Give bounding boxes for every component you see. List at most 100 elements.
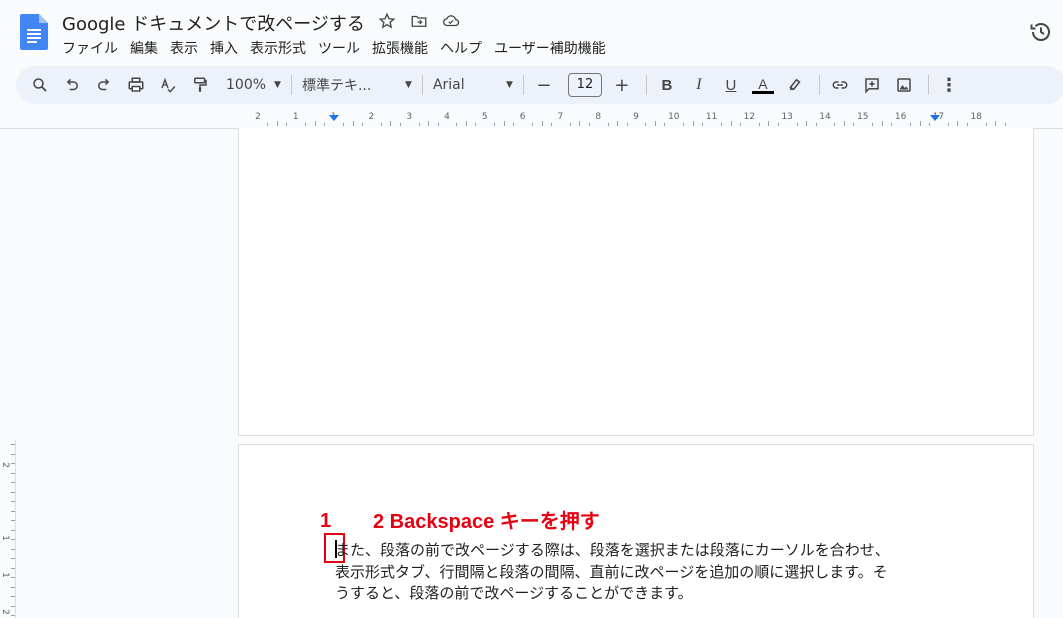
ruler-tick — [390, 121, 392, 126]
ruler-tick — [475, 123, 477, 126]
body-line-2: 表示形式タブ、行間隔と段落の間隔、直前に改ページを追加の順に選択します。そ — [335, 562, 888, 581]
vertical-ruler-tick — [11, 548, 15, 550]
ruler-tick — [881, 121, 883, 126]
decrease-font-size-button[interactable]: − — [530, 71, 558, 99]
add-comment-icon[interactable] — [858, 71, 886, 99]
ruler-tick — [569, 123, 571, 126]
left-indent-marker[interactable] — [329, 115, 339, 121]
ruler-tick — [730, 121, 732, 126]
vertical-ruler-tick — [11, 596, 15, 597]
increase-font-size-button[interactable]: + — [608, 71, 636, 99]
ruler-number: 12 — [743, 112, 756, 122]
ruler-tick — [607, 123, 609, 126]
menu-format[interactable]: 表示形式 — [244, 37, 312, 59]
ruler-tick — [834, 123, 836, 126]
vertical-ruler: 2 1 1 2 — [0, 440, 16, 618]
vertical-ruler-number: 2 — [0, 609, 10, 615]
bold-icon[interactable]: B — [653, 71, 681, 99]
ruler-tick — [692, 121, 694, 126]
paragraph-style-select[interactable]: 標準テキ... ▼ — [302, 75, 412, 95]
ruler-tick — [503, 121, 505, 126]
insert-link-icon[interactable] — [826, 71, 854, 99]
menu-edit[interactable]: 編集 — [124, 37, 164, 59]
cloud-status-icon[interactable] — [441, 11, 461, 31]
ruler-tick — [947, 123, 949, 126]
zoom-select[interactable]: 100% ▼ — [226, 77, 281, 93]
ruler-tick — [513, 123, 515, 126]
ruler-tick — [437, 123, 439, 126]
ruler-tick — [361, 123, 363, 126]
ruler-number: 2 — [255, 112, 261, 122]
annotation-step-1: 1 — [320, 510, 332, 532]
toolbar: 100% ▼ 標準テキ... ▼ Arial ▼ − 12 + B I U A … — [16, 66, 1063, 104]
ruler-tick — [758, 123, 760, 126]
vertical-ruler-tick — [11, 558, 15, 559]
search-menus-icon[interactable] — [26, 71, 54, 99]
menu-help[interactable]: ヘルプ — [434, 37, 488, 59]
vertical-ruler-tick — [11, 482, 15, 483]
right-indent-marker[interactable] — [930, 115, 940, 121]
ruler-tick — [418, 123, 420, 126]
ruler-tick — [343, 123, 345, 126]
menu-insert[interactable]: 挿入 — [204, 37, 244, 59]
ruler-tick — [815, 123, 817, 126]
text-color-icon[interactable]: A — [749, 71, 777, 99]
document-title[interactable]: Google ドキュメントで改ページする — [62, 10, 365, 36]
print-icon[interactable] — [122, 71, 150, 99]
undo-icon[interactable] — [58, 71, 86, 99]
star-icon[interactable] — [377, 11, 397, 31]
ruler-tick — [352, 121, 354, 126]
ruler-scale: 2 1 1 2 3 4 5 6 7 8 9 10 11 12 13 14 15 16 17 18 — [238, 112, 1033, 126]
ruler-number: 6 — [519, 112, 526, 122]
menu-tools[interactable]: ツール — [312, 37, 366, 59]
ruler-tick — [702, 123, 704, 126]
ruler-tick — [1004, 123, 1006, 126]
move-to-folder-icon[interactable] — [409, 11, 429, 31]
docs-logo-icon[interactable] — [20, 14, 48, 50]
more-options-icon[interactable]: ⋮ — [935, 71, 963, 99]
ruler-tick — [380, 123, 382, 126]
spelling-check-icon[interactable] — [154, 71, 182, 99]
vertical-ruler-number: 1 — [0, 572, 10, 578]
ruler-number: 2 — [368, 112, 375, 122]
menu-file[interactable]: ファイル — [56, 37, 124, 59]
vertical-ruler-tick — [11, 444, 15, 445]
paint-format-icon[interactable] — [186, 71, 214, 99]
vertical-ruler-tick — [11, 501, 15, 502]
ruler-tick — [777, 123, 779, 126]
ruler-tick — [683, 123, 685, 126]
italic-icon[interactable]: I — [685, 71, 713, 99]
redo-icon[interactable] — [90, 71, 118, 99]
history-icon[interactable] — [1029, 20, 1053, 44]
ruler-number: 16 — [894, 112, 907, 122]
document-page-1[interactable] — [238, 128, 1034, 436]
body-line-1: また、段落の前で改ページする際は、段落を選択または段落にカーソルを合わせ、 — [335, 541, 890, 559]
ruler-tick — [806, 121, 808, 126]
vertical-ruler-tick — [11, 491, 15, 493]
ruler-number: 7 — [557, 112, 564, 122]
font-size-input[interactable]: 12 — [567, 73, 602, 97]
ruler-tick — [768, 121, 770, 126]
ruler-tick — [654, 121, 656, 126]
vertical-ruler-tick — [11, 539, 15, 540]
ruler-tick — [796, 123, 798, 126]
chevron-down-icon: ▼ — [274, 80, 281, 90]
menu-extensions[interactable]: 拡張機能 — [366, 37, 434, 59]
vertical-ruler-tick — [11, 567, 15, 569]
ruler-tick — [645, 123, 647, 126]
ruler-tick — [985, 123, 987, 126]
document-body-text[interactable]: また、段落の前で改ページする際は、段落を選択または段落にカーソルを合わせ、 表示… — [335, 540, 945, 605]
menu-view[interactable]: 表示 — [164, 37, 204, 59]
underline-icon[interactable]: U — [717, 71, 745, 99]
ruler-number: 1 — [292, 112, 299, 122]
menu-bar: ファイル 編集 表示 挿入 表示形式 ツール 拡張機能 ヘルプ ユーザー補助機能 — [56, 37, 612, 59]
insert-image-icon[interactable] — [890, 71, 918, 99]
ruler-tick — [843, 121, 845, 126]
highlight-color-icon[interactable] — [781, 71, 809, 99]
annotation-step-2: 2 Backspace キーを押す — [373, 511, 600, 533]
ruler-tick — [276, 121, 278, 126]
menu-accessibility[interactable]: ユーザー補助機能 — [488, 37, 612, 59]
ruler-number: 15 — [857, 112, 869, 122]
ruler-tick — [541, 121, 543, 126]
font-select[interactable]: Arial ▼ — [433, 77, 513, 93]
